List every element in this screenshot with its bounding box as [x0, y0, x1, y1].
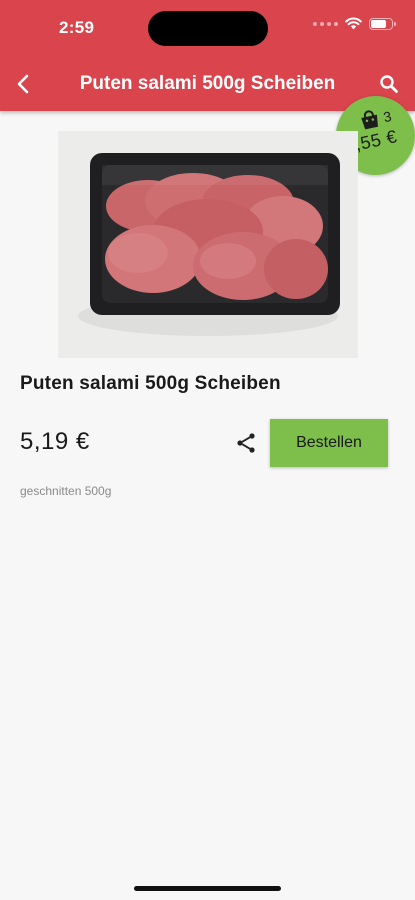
status-time: 2:59: [59, 18, 95, 37]
product-price: 5,19 €: [20, 428, 90, 455]
search-icon: [380, 75, 398, 93]
product-name: Puten salami 500g Scheiben: [20, 373, 281, 394]
signal-icon: [313, 21, 338, 26]
salami-pack-image: [58, 131, 358, 358]
chevron-left-icon: [17, 74, 29, 94]
status-icons: [313, 17, 396, 30]
dynamic-island: [148, 11, 268, 46]
wifi-icon: [345, 17, 362, 30]
order-button[interactable]: Bestellen: [270, 419, 388, 467]
shopping-bag-icon: [361, 110, 378, 130]
share-button[interactable]: [234, 431, 258, 455]
product-image: [58, 131, 358, 358]
share-icon: [237, 433, 255, 453]
page-title: Puten salami 500g Scheiben: [79, 73, 336, 94]
back-button[interactable]: [8, 66, 38, 102]
product-description: geschnitten 500g: [20, 484, 112, 498]
app-header: 2:59 Puten salami 500g Scheiben: [0, 0, 415, 111]
battery-icon: [369, 17, 396, 30]
cart-count: 3: [381, 107, 393, 125]
home-indicator[interactable]: [134, 886, 281, 891]
